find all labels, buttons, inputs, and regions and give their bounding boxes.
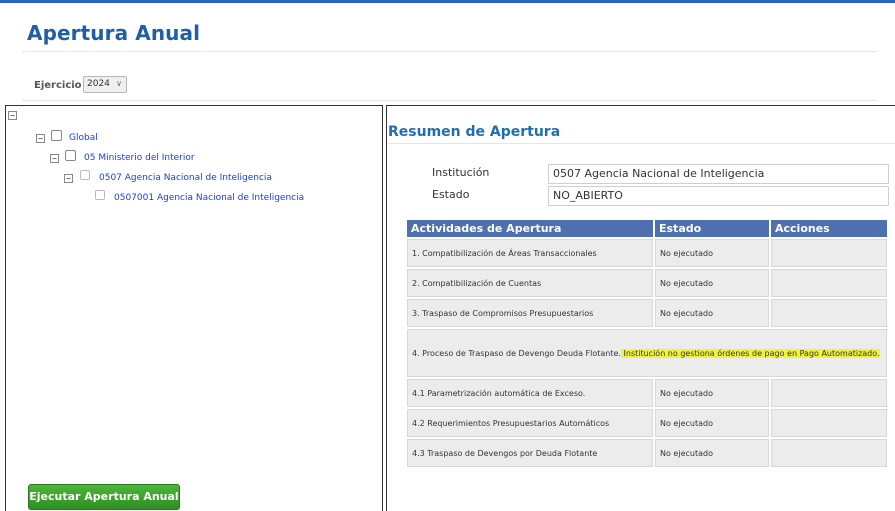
run-apertura-button[interactable]: Ejecutar Apertura Anual xyxy=(28,484,180,510)
column-header: Estado xyxy=(655,220,769,237)
tree-panel xyxy=(5,105,383,511)
activity-cell: 1. Compatibilización de Áreas Transaccio… xyxy=(407,239,653,267)
ejercicio-label: Ejercicio xyxy=(34,80,82,91)
actions-cell xyxy=(771,299,887,327)
tree-checkbox-ministerio[interactable] xyxy=(65,150,76,161)
ejercicio-select[interactable]: 2024 ∨ xyxy=(83,76,127,93)
tree-node-global[interactable]: Global xyxy=(69,133,98,143)
table-row: 3. Traspaso de Compromisos Presupuestari… xyxy=(407,299,887,327)
table-row: 4. Proceso de Traspaso de Devengo Deuda … xyxy=(407,329,887,377)
institucion-value: 0507 Agencia Nacional de Inteligencia xyxy=(548,164,889,184)
collapse-icon[interactable]: − xyxy=(36,134,45,143)
tree-root-collapse-icon[interactable]: − xyxy=(8,111,17,120)
activity-cell: 4.2 Requerimientos Presupuestarios Autom… xyxy=(407,409,653,437)
activity-text: 4. Proceso de Traspaso de Devengo Deuda … xyxy=(412,348,621,358)
table-row: 1. Compatibilización de Áreas Transaccio… xyxy=(407,239,887,267)
activity-cell: 4.1 Parametrización automática de Exceso… xyxy=(407,379,653,407)
estado-value: NO_ABIERTO xyxy=(548,186,889,206)
title-divider xyxy=(22,51,877,52)
status-cell: No ejecutado xyxy=(655,379,769,407)
tree-checkbox-global[interactable] xyxy=(51,130,62,141)
status-cell: No ejecutado xyxy=(655,299,769,327)
column-header: Actividades de Apertura xyxy=(407,220,653,237)
tree-checkbox-agencia[interactable] xyxy=(80,170,90,180)
tree-node-agencia-unit[interactable]: 0507001 Agencia Nacional de Inteligencia xyxy=(114,193,304,203)
collapse-icon[interactable]: − xyxy=(50,154,59,163)
activity-cell: 3. Traspaso de Compromisos Presupuestari… xyxy=(407,299,653,327)
collapse-icon[interactable]: − xyxy=(64,174,73,183)
activity-cell: 4.3 Traspaso de Devengos por Deuda Flota… xyxy=(407,439,653,467)
tree-node-ministerio[interactable]: 05 Ministerio del Interior xyxy=(84,153,195,163)
table-header-row: Actividades de Apertura Estado Acciones xyxy=(407,220,887,237)
page-title: Apertura Anual xyxy=(27,21,201,45)
tree-checkbox-agencia-unit[interactable] xyxy=(95,190,105,200)
column-header: Acciones xyxy=(771,220,887,237)
table-row: 4.1 Parametrización automática de Exceso… xyxy=(407,379,887,407)
institucion-label: Institución xyxy=(432,166,490,179)
table-row: 4.2 Requerimientos Presupuestarios Autom… xyxy=(407,409,887,437)
tree-node-agencia[interactable]: 0507 Agencia Nacional de Inteligencia xyxy=(99,173,272,183)
estado-label: Estado xyxy=(432,188,470,201)
status-cell: No ejecutado xyxy=(655,409,769,437)
top-accent-line xyxy=(0,0,895,3)
ejercicio-selected-value: 2024 xyxy=(87,79,110,89)
activities-table: Actividades de Apertura Estado Acciones … xyxy=(405,218,889,469)
summary-title: Resumen de Apertura xyxy=(388,124,561,140)
status-cell: No ejecutado xyxy=(655,439,769,467)
table-row: 4.3 Traspaso de Devengos por Deuda Flota… xyxy=(407,439,887,467)
form-divider xyxy=(22,100,877,101)
activity-cell: 2. Compatibilización de Cuentas xyxy=(407,269,653,297)
highlighted-note: Institución no gestiona órdenes de pago … xyxy=(620,348,880,358)
summary-divider xyxy=(388,143,895,144)
status-cell: No ejecutado xyxy=(655,269,769,297)
actions-cell xyxy=(771,239,887,267)
table-row: 2. Compatibilización de Cuentas No ejecu… xyxy=(407,269,887,297)
actions-cell xyxy=(771,379,887,407)
status-cell: No ejecutado xyxy=(655,239,769,267)
activity-cell-with-note: 4. Proceso de Traspaso de Devengo Deuda … xyxy=(407,329,887,377)
chevron-down-icon: ∨ xyxy=(116,79,122,88)
actions-cell xyxy=(771,269,887,297)
actions-cell xyxy=(771,409,887,437)
actions-cell xyxy=(771,439,887,467)
